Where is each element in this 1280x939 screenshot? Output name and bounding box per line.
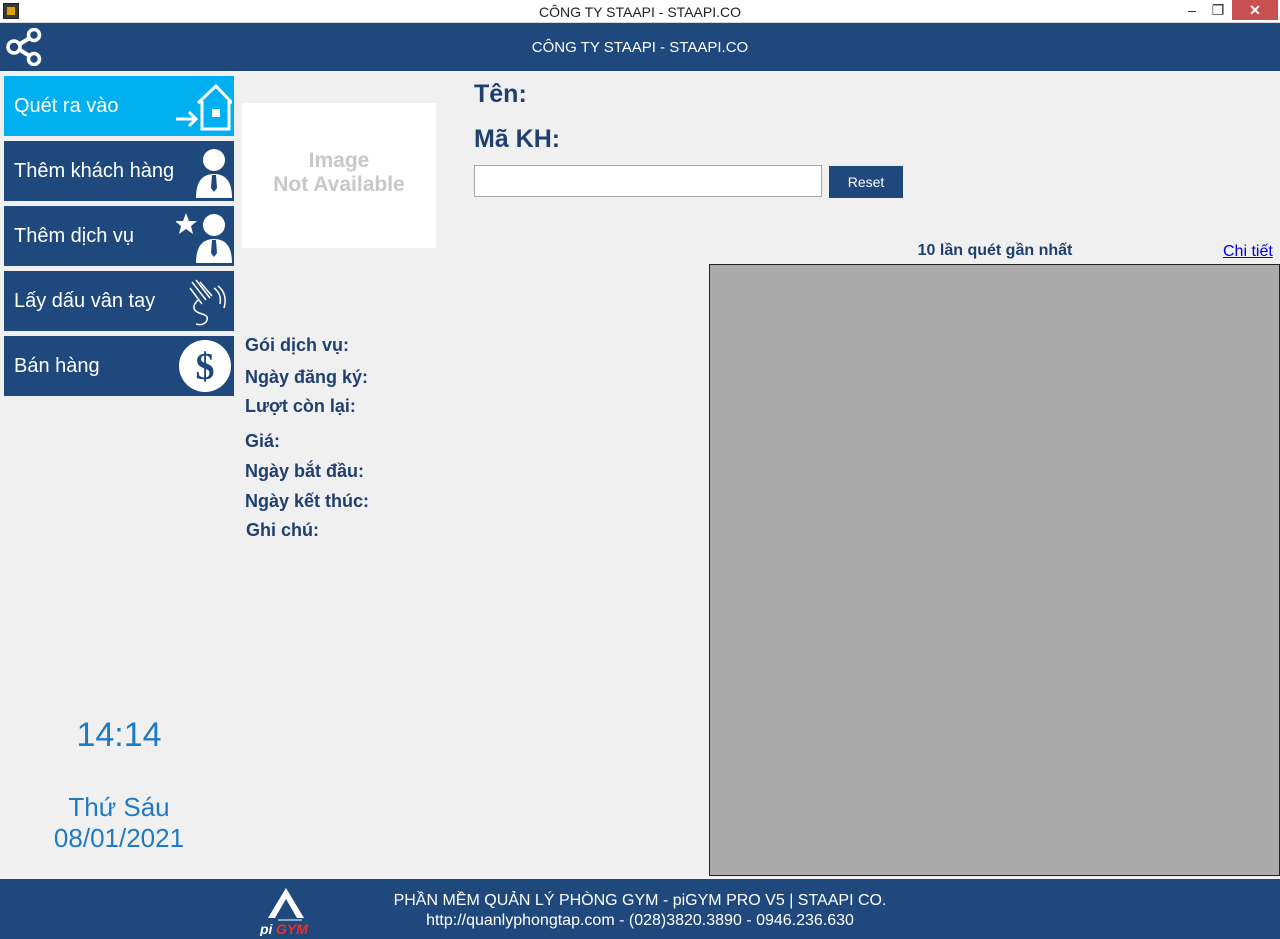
dollar-icon: $ [179,340,231,392]
note-label: Ghi chú: [246,520,319,540]
user-icon [196,149,232,198]
menu-sales[interactable]: Bán hàng $ [4,336,234,396]
svg-text:$: $ [196,346,215,388]
menu-add-customer[interactable]: Thêm khách hàng [4,141,234,201]
window-titlebar: CÔNG TY STAAPI - STAAPI.CO – ❐ ✕ [0,0,1280,23]
reset-button[interactable]: Reset [829,166,903,198]
photo-placeholder-line2: Not Available [273,173,405,196]
clock-weekday: Thứ Sáu [68,792,170,822]
registered-date-label: Ngày đăng ký: [245,367,369,387]
start-date-label: Ngày bắt đầu: [245,461,365,481]
customer-photo: Image Not Available [242,103,436,248]
clock-date: 08/01/2021 [53,823,185,853]
remaining-visits-label: Lượt còn lại: [245,396,356,416]
menu-scan-entry[interactable]: Quét ra vào [4,76,234,136]
price-label: Giá: [245,431,281,451]
menu-label: Thêm dịch vụ [14,225,135,247]
menu-label: Thêm khách hàng [14,160,175,182]
end-date-label: Ngày kết thúc: [245,491,370,511]
app-header: CÔNG TY STAAPI - STAAPI.CO [0,23,1280,71]
package-label: Gói dịch vụ: [245,335,350,355]
recent-scans-title: 10 lần quét gần nhất [917,242,1073,259]
close-button[interactable]: ✕ [1232,0,1278,20]
window-title: CÔNG TY STAAPI - STAAPI.CO [538,4,741,20]
app-footer: pi GYM PHẦN MỀM QUẢN LÝ PHÒNG GYM - piGY… [0,879,1280,939]
menu-label: Quét ra vào [14,95,119,117]
customer-code-input[interactable] [474,165,822,197]
menu-add-service[interactable]: Thêm dịch vụ [4,206,234,266]
minimize-button[interactable]: – [1180,0,1204,20]
menu-label: Lấy dấu vân tay [14,290,156,312]
detail-link[interactable]: Chi tiết [1223,243,1273,261]
footer-product-line: PHẦN MỀM QUẢN LÝ PHÒNG GYM - piGYM PRO V… [393,892,887,909]
menu-label: Bán hàng [14,355,100,377]
customer-name-label: Tên: [474,80,527,108]
recent-scans-panel[interactable] [709,264,1280,876]
clock-time: 14:14 [76,716,162,754]
menu-fingerprint[interactable]: Lấy dấu vân tay [4,271,234,331]
photo-placeholder-line1: Image [308,149,370,172]
footer-contact-line: http://quanlyphongtap.com - (028)3820.38… [426,912,854,929]
house-enter-icon [176,83,232,131]
header-title: CÔNG TY STAAPI - STAAPI.CO [531,39,749,56]
star-user-icon [176,213,232,263]
maximize-button[interactable]: ❐ [1206,0,1230,20]
customer-code-label: Mã KH: [474,125,561,153]
fingerprint-hand-icon [189,279,226,326]
